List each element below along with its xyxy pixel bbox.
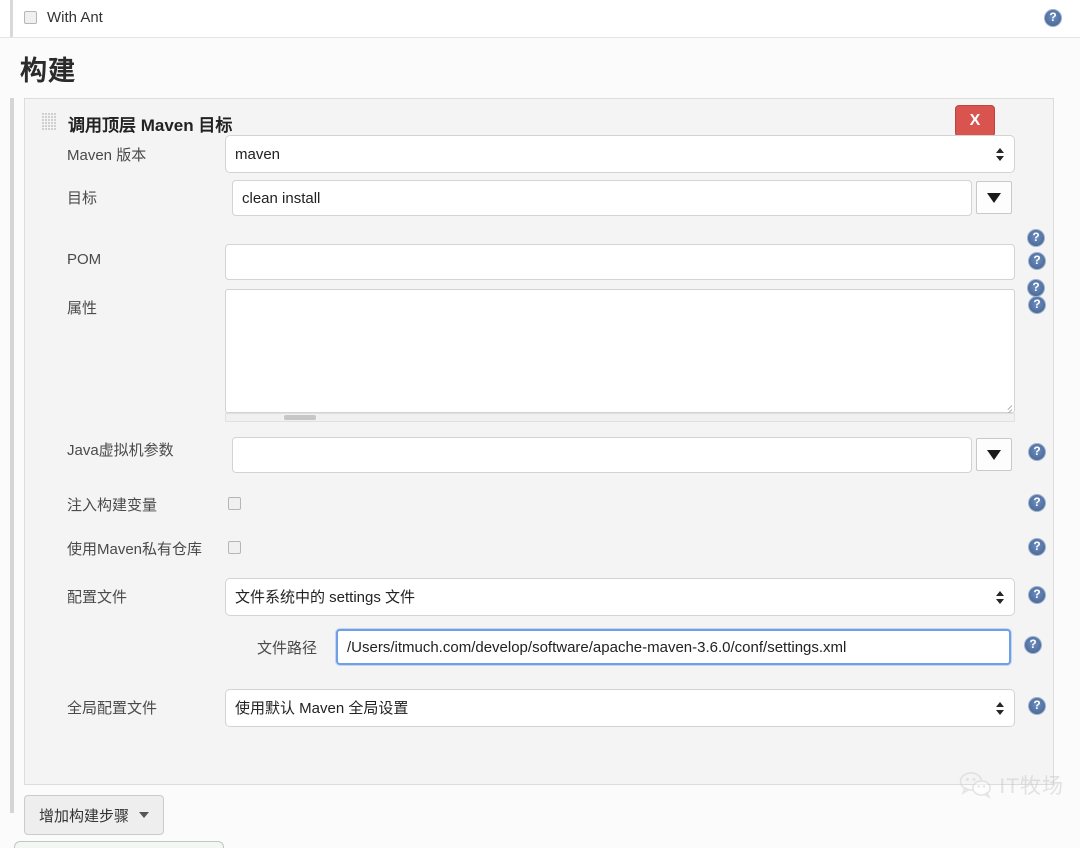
chevron-down-icon [987, 450, 1001, 460]
help-icon-settings-config[interactable]: ? [1028, 586, 1046, 604]
help-icon-settings-path[interactable]: ? [1024, 636, 1042, 654]
add-build-step-label: 增加构建步骤 [39, 805, 129, 826]
settings-path-label: 文件路径 [257, 637, 317, 658]
help-icon-pom[interactable]: ? [1028, 252, 1046, 270]
settings-config-select[interactable]: 文件系统中的 settings 文件 [225, 578, 1015, 616]
with-ant-strip: With Ant ? [0, 0, 1080, 38]
jvm-options-dropdown-button[interactable] [976, 438, 1012, 471]
properties-textarea[interactable] [225, 289, 1015, 413]
goals-input[interactable] [232, 180, 972, 216]
maven-version-label: Maven 版本 [67, 144, 146, 165]
build-section-body: 调用顶层 Maven 目标 X Maven 版本 maven 目标 POM ? … [0, 98, 1080, 848]
pom-input[interactable] [225, 244, 1015, 280]
help-icon-global-settings[interactable]: ? [1028, 697, 1046, 715]
maven-builder-panel: 调用顶层 Maven 目标 X Maven 版本 maven 目标 POM ? … [24, 98, 1054, 785]
remove-builder-button[interactable]: X [955, 105, 995, 137]
with-ant-row[interactable]: With Ant [24, 9, 103, 26]
help-icon-inject-build-vars[interactable]: ? [1028, 494, 1046, 512]
with-ant-checkbox[interactable] [24, 11, 37, 24]
build-section-header: 构建 [0, 38, 1080, 98]
left-rail-top [10, 0, 13, 37]
page-title: 构建 [20, 49, 76, 88]
help-icon-properties[interactable]: ? [1028, 296, 1046, 314]
scrollbar-thumb[interactable] [284, 415, 316, 420]
jvm-options-input[interactable] [232, 437, 972, 473]
drag-handle-icon[interactable] [42, 113, 56, 131]
jvm-options-label: Java虚拟机参数 [67, 439, 174, 460]
goals-label: 目标 [67, 187, 97, 208]
properties-hscrollbar[interactable] [225, 413, 1015, 422]
maven-version-select[interactable]: maven [225, 135, 1015, 173]
inject-build-vars-checkbox[interactable] [228, 497, 241, 510]
goals-dropdown-button[interactable] [976, 181, 1012, 214]
inject-build-vars-label: 注入构建变量 [67, 494, 157, 515]
left-rail-build [10, 98, 14, 813]
help-icon-with-ant[interactable]: ? [1044, 9, 1062, 27]
with-ant-label: With Ant [47, 9, 103, 26]
properties-label: 属性 [67, 297, 97, 318]
help-icon-use-private-repo[interactable]: ? [1028, 538, 1046, 556]
help-icon-goals[interactable]: ? [1027, 279, 1045, 297]
use-private-repo-checkbox[interactable] [228, 541, 241, 554]
global-settings-label: 全局配置文件 [67, 697, 157, 718]
add-build-step-button[interactable]: 增加构建步骤 [24, 795, 164, 835]
settings-path-input[interactable] [336, 629, 1011, 665]
help-icon-maven-builder[interactable]: ? [1027, 229, 1045, 247]
chevron-down-icon [139, 812, 149, 818]
maven-builder-title: 调用顶层 Maven 目标 [68, 111, 232, 136]
global-settings-select-wrap[interactable]: 使用默认 Maven 全局设置 [225, 689, 1015, 727]
global-settings-select[interactable]: 使用默认 Maven 全局设置 [225, 689, 1015, 727]
settings-config-select-wrap[interactable]: 文件系统中的 settings 文件 [225, 578, 1015, 616]
settings-config-label: 配置文件 [67, 586, 127, 607]
chevron-down-icon [987, 193, 1001, 203]
maven-version-select-wrap[interactable]: maven [225, 135, 1015, 173]
pom-label: POM [67, 251, 101, 268]
help-icon-jvm-options[interactable]: ? [1028, 443, 1046, 461]
use-private-repo-label: 使用Maven私有仓库 [67, 538, 202, 559]
